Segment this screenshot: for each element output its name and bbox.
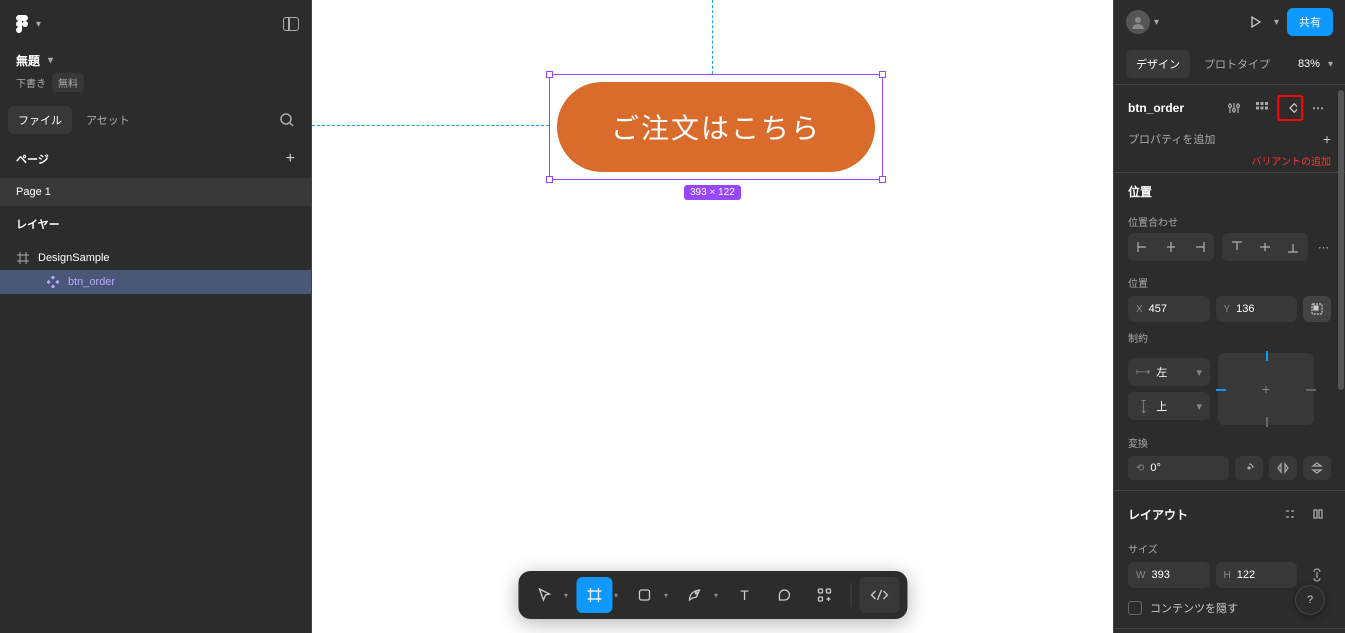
chevron-down-icon[interactable]: ▾ xyxy=(564,591,568,600)
align-bottom-icon[interactable] xyxy=(1280,235,1306,259)
user-menu[interactable]: ▾ xyxy=(1126,10,1159,34)
chevron-down-icon: ▾ xyxy=(48,55,53,66)
selection-box[interactable] xyxy=(549,74,883,180)
chevron-down-icon: ▾ xyxy=(1154,17,1159,28)
panel-toggle-icon[interactable] xyxy=(283,17,299,31)
corner-radius-icon[interactable] xyxy=(1235,456,1263,480)
doc-status: 下書き xyxy=(16,75,46,90)
component-icon xyxy=(46,276,60,288)
align-vcenter-icon[interactable] xyxy=(1252,235,1278,259)
frame-tool[interactable] xyxy=(576,577,612,613)
frame-icon xyxy=(16,252,30,264)
canvas[interactable]: ご注文はこちら 393 × 122 ▾ ▾ ▾ ▾ T xyxy=(312,0,1113,633)
selection-name: btn_order xyxy=(1128,101,1184,115)
resize-handle-tl[interactable] xyxy=(546,71,553,78)
bottom-toolbar: ▾ ▾ ▾ ▾ T xyxy=(518,571,907,619)
constraint-h-field[interactable]: ⟼左▾ xyxy=(1128,358,1210,386)
tab-design[interactable]: デザイン xyxy=(1126,50,1190,78)
pen-tool[interactable] xyxy=(676,577,712,613)
add-property-icon[interactable]: + xyxy=(1323,131,1331,147)
help-button[interactable]: ? xyxy=(1295,585,1325,615)
tab-file[interactable]: ファイル xyxy=(8,106,72,134)
rotation-field[interactable]: ⟲0° xyxy=(1128,456,1229,480)
flip-h-icon[interactable] xyxy=(1269,456,1297,480)
figma-menu[interactable]: ▾ xyxy=(12,14,41,34)
layer-frame[interactable]: DesignSample xyxy=(0,246,311,270)
chevron-down-icon[interactable]: ▾ xyxy=(1274,17,1279,28)
align-label: 位置合わせ xyxy=(1114,210,1345,231)
constraint-visual[interactable]: + xyxy=(1218,353,1314,425)
move-tool[interactable] xyxy=(526,577,562,613)
clip-label: コンテンツを隠す xyxy=(1150,600,1238,616)
add-property-label[interactable]: プロパティを追加 xyxy=(1128,131,1215,147)
add-variant-icon[interactable] xyxy=(1277,95,1303,121)
autolayout-h-icon[interactable] xyxy=(1305,501,1331,527)
flip-v-icon[interactable] xyxy=(1303,456,1331,480)
divider xyxy=(850,583,851,607)
x-field[interactable]: X457 xyxy=(1128,296,1210,322)
layers-header: レイヤー xyxy=(16,216,60,232)
dev-mode-button[interactable] xyxy=(859,577,899,613)
dimensions-badge: 393 × 122 xyxy=(684,185,741,200)
comment-tool[interactable] xyxy=(766,577,802,613)
play-icon[interactable] xyxy=(1248,15,1262,29)
chevron-down-icon: ▾ xyxy=(36,19,41,30)
align-hcenter-icon[interactable] xyxy=(1158,235,1184,259)
chevron-down-icon: ▾ xyxy=(1328,59,1333,70)
page-item[interactable]: Page 1 xyxy=(0,178,311,206)
chevron-down-icon[interactable]: ▾ xyxy=(614,591,618,600)
transform-label: 変換 xyxy=(1114,431,1345,452)
resize-handle-br[interactable] xyxy=(879,176,886,183)
annotation-label: バリアントの追加 xyxy=(1114,153,1345,168)
clip-checkbox[interactable] xyxy=(1128,601,1142,615)
constraint-v-field[interactable]: ⟼上▾ xyxy=(1128,392,1210,420)
figma-logo-icon xyxy=(12,14,32,34)
left-panel: ▾ 無題▾ 下書き 無料 ファイル アセット ページ + Page 1 レイヤー… xyxy=(0,0,312,633)
add-page-icon[interactable]: + xyxy=(286,150,295,168)
grid-icon[interactable] xyxy=(1249,95,1275,121)
y-field[interactable]: Y136 xyxy=(1216,296,1298,322)
tab-asset[interactable]: アセット xyxy=(76,106,140,134)
tab-prototype[interactable]: プロトタイプ xyxy=(1194,50,1280,78)
actions-tool[interactable] xyxy=(806,577,842,613)
zoom-control[interactable]: 83% ▾ xyxy=(1298,58,1333,70)
layer-frame-name: DesignSample xyxy=(38,252,110,264)
plan-tag: 無料 xyxy=(52,73,84,92)
height-field[interactable]: H122 xyxy=(1216,562,1298,588)
shape-tool[interactable] xyxy=(626,577,662,613)
layout-header: レイアウト xyxy=(1128,506,1188,523)
pages-header: ページ xyxy=(16,151,49,167)
share-button[interactable]: 共有 xyxy=(1287,8,1333,36)
align-right-icon[interactable] xyxy=(1186,235,1212,259)
right-panel: ▾ ▾ 共有 デザイン プロトタイプ 83% ▾ btn_order ⋯ プロパ… xyxy=(1113,0,1345,633)
document-title[interactable]: 無題▾ xyxy=(16,52,295,69)
more-align-icon[interactable]: ⋯ xyxy=(1316,234,1331,260)
size-label: サイズ xyxy=(1114,537,1345,558)
pos-label: 位置 xyxy=(1114,271,1345,292)
chevron-down-icon[interactable]: ▾ xyxy=(714,591,718,600)
guide-vertical xyxy=(712,0,713,74)
lock-aspect-icon[interactable] xyxy=(1303,562,1331,588)
chevron-down-icon[interactable]: ▾ xyxy=(664,591,668,600)
search-icon[interactable] xyxy=(279,112,295,128)
layer-component-name: btn_order xyxy=(68,276,115,288)
scrollbar[interactable] xyxy=(1337,90,1345,633)
align-left-icon[interactable] xyxy=(1130,235,1156,259)
abs-position-icon[interactable] xyxy=(1303,296,1331,322)
width-field[interactable]: W393 xyxy=(1128,562,1210,588)
more-icon[interactable]: ⋯ xyxy=(1305,95,1331,121)
position-header: 位置 xyxy=(1128,183,1152,200)
align-top-icon[interactable] xyxy=(1224,235,1250,259)
settings-icon[interactable] xyxy=(1221,95,1247,121)
layer-component[interactable]: btn_order xyxy=(0,270,311,294)
guide-horizontal xyxy=(312,125,549,126)
avatar-icon xyxy=(1126,10,1150,34)
autolayout-v-icon[interactable] xyxy=(1277,501,1303,527)
constraint-label: 制約 xyxy=(1114,326,1345,347)
svg-text:T: T xyxy=(740,587,749,603)
resize-handle-bl[interactable] xyxy=(546,176,553,183)
text-tool[interactable]: T xyxy=(726,577,762,613)
resize-handle-tr[interactable] xyxy=(879,71,886,78)
